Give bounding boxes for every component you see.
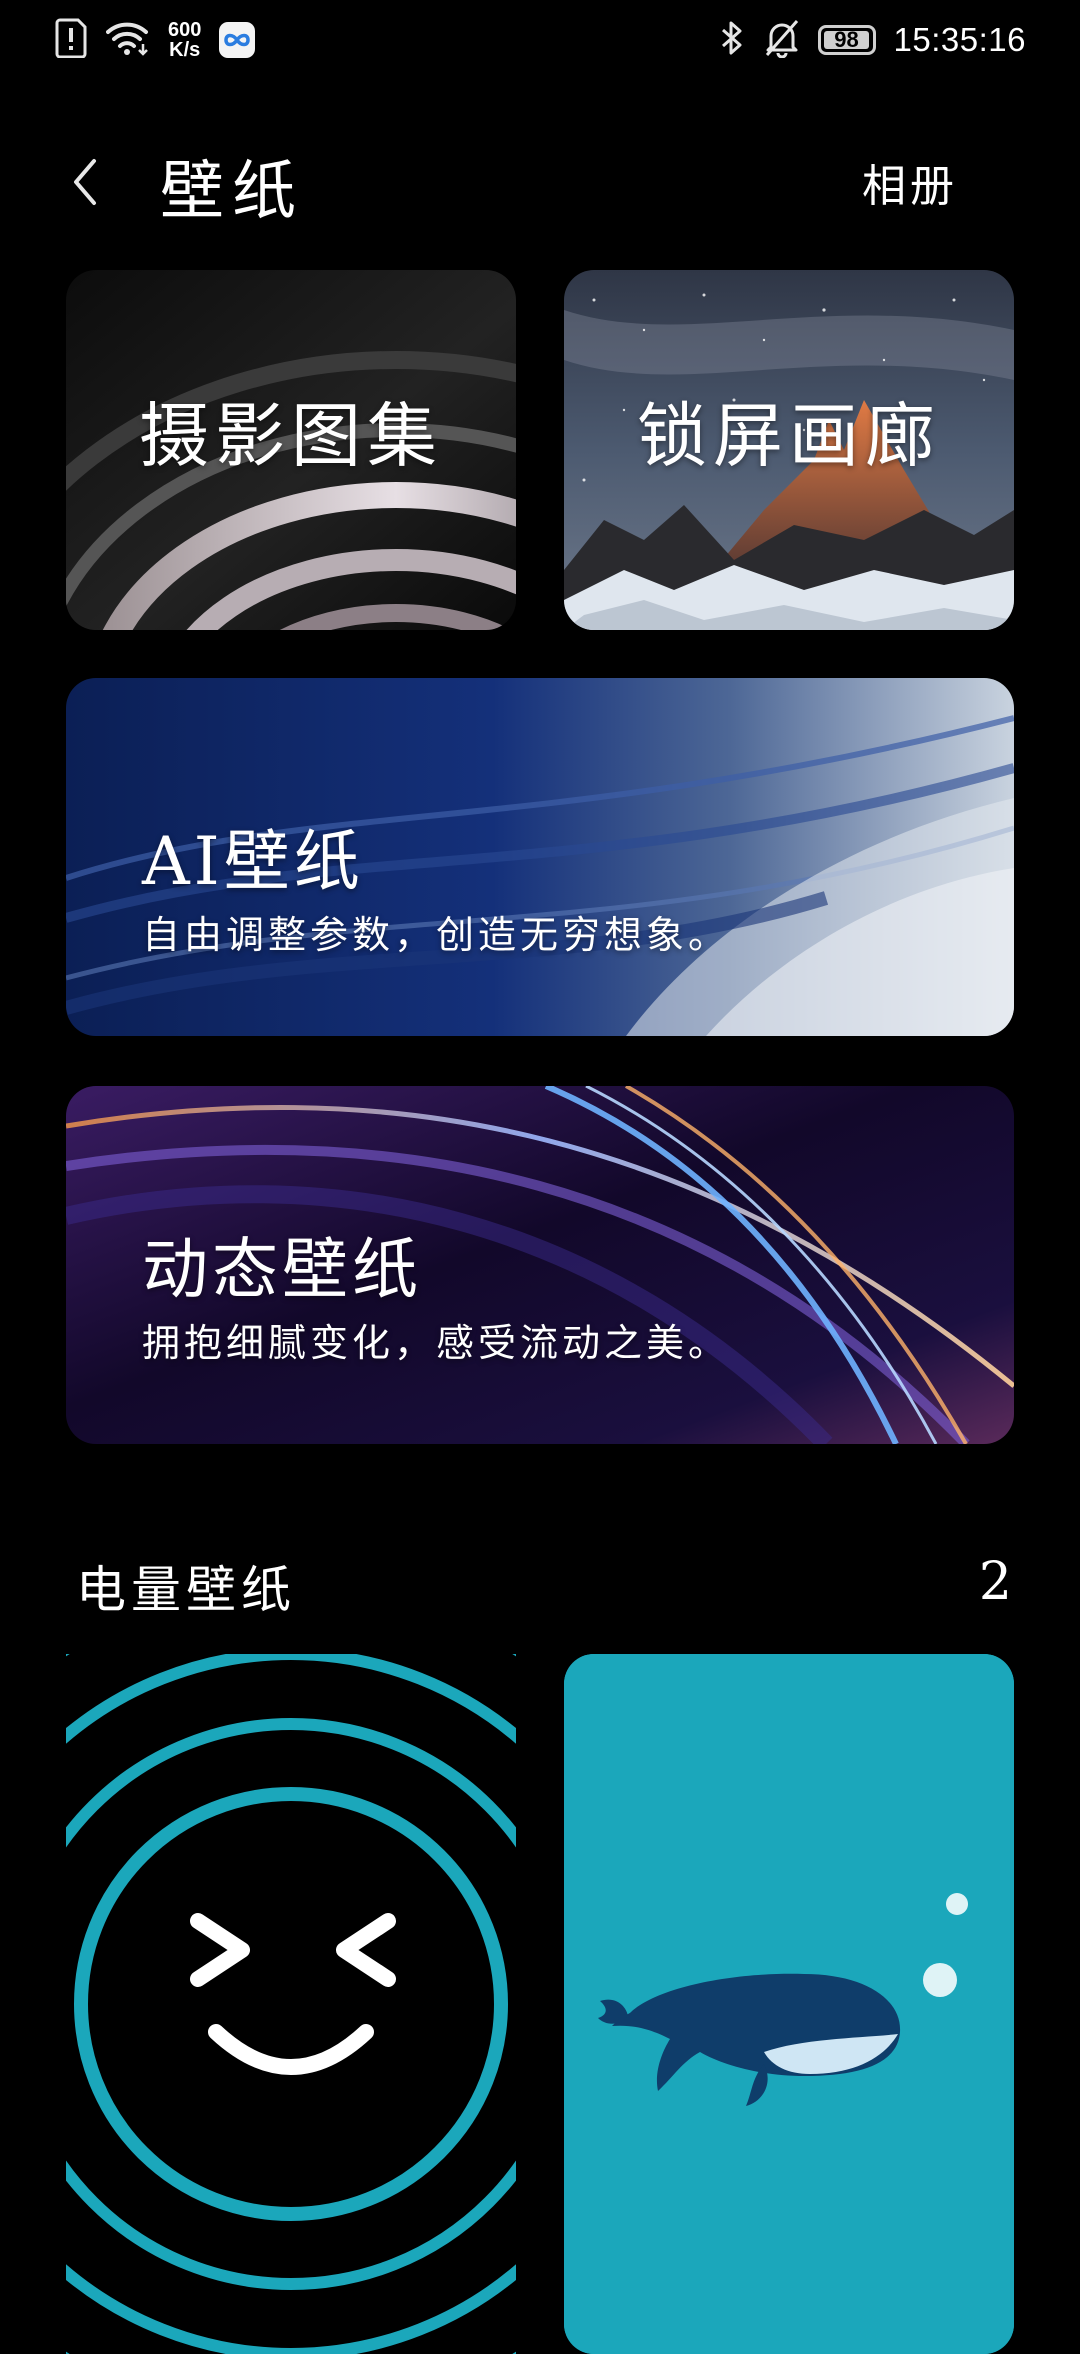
photo-gallery-card[interactable]: 摄影图集 [66, 270, 516, 630]
ai-wallpaper-subtitle: 自由调整参数，创造无穷想象。 [142, 913, 731, 957]
chevron-left-icon [74, 159, 96, 205]
battery-wallpaper-item-whale[interactable] [564, 1654, 1014, 2354]
live-wallpaper-card[interactable]: 动态壁纸 拥抱细腻变化，感受流动之美。 [66, 1086, 1014, 1444]
back-button[interactable] [60, 150, 110, 214]
bluetooth-icon [718, 18, 746, 62]
smiley-face-icon [66, 1654, 516, 2354]
album-button[interactable]: 相册 [862, 150, 958, 214]
whale-icon [564, 1654, 1014, 2354]
speed-value: 600 [168, 19, 202, 41]
battery-level: 98 [834, 27, 859, 52]
battery-wallpaper-count[interactable]: 2 [979, 1552, 1012, 1612]
infinity-app-icon [219, 22, 256, 58]
live-wallpaper-title: 动态壁纸 [142, 1231, 422, 1308]
battery-wallpaper-section-title: 电量壁纸 [76, 1561, 296, 1619]
live-wallpaper-subtitle: 拥抱细腻变化，感受流动之美。 [142, 1321, 731, 1365]
status-left: 600 K/s [54, 18, 256, 62]
status-right: 98 15:35:16 [718, 18, 1026, 62]
sim-alert-icon [54, 18, 88, 62]
wifi-icon [106, 20, 150, 60]
page-title: 壁纸 [160, 155, 304, 229]
battery-icon: 98 [817, 25, 876, 55]
speed-unit: K/s [169, 39, 201, 61]
lock-screen-gallery-card[interactable]: 锁屏画廊 [564, 270, 1014, 630]
lock-screen-gallery-title: 锁屏画廊 [637, 395, 941, 477]
photo-gallery-title: 摄影图集 [139, 395, 443, 477]
bell-muted-icon [764, 18, 800, 62]
ai-wallpaper-card[interactable]: AI壁纸 自由调整参数，创造无穷想象。 [66, 678, 1014, 1036]
ai-wallpaper-title: AI壁纸 [142, 823, 364, 900]
status-bar: 600 K/s 98 15:35:16 [0, 0, 1080, 92]
battery-wallpaper-item-smiley[interactable] [66, 1654, 516, 2354]
clock: 15:35:16 [893, 21, 1026, 58]
network-speed: 600 K/s [168, 20, 201, 60]
